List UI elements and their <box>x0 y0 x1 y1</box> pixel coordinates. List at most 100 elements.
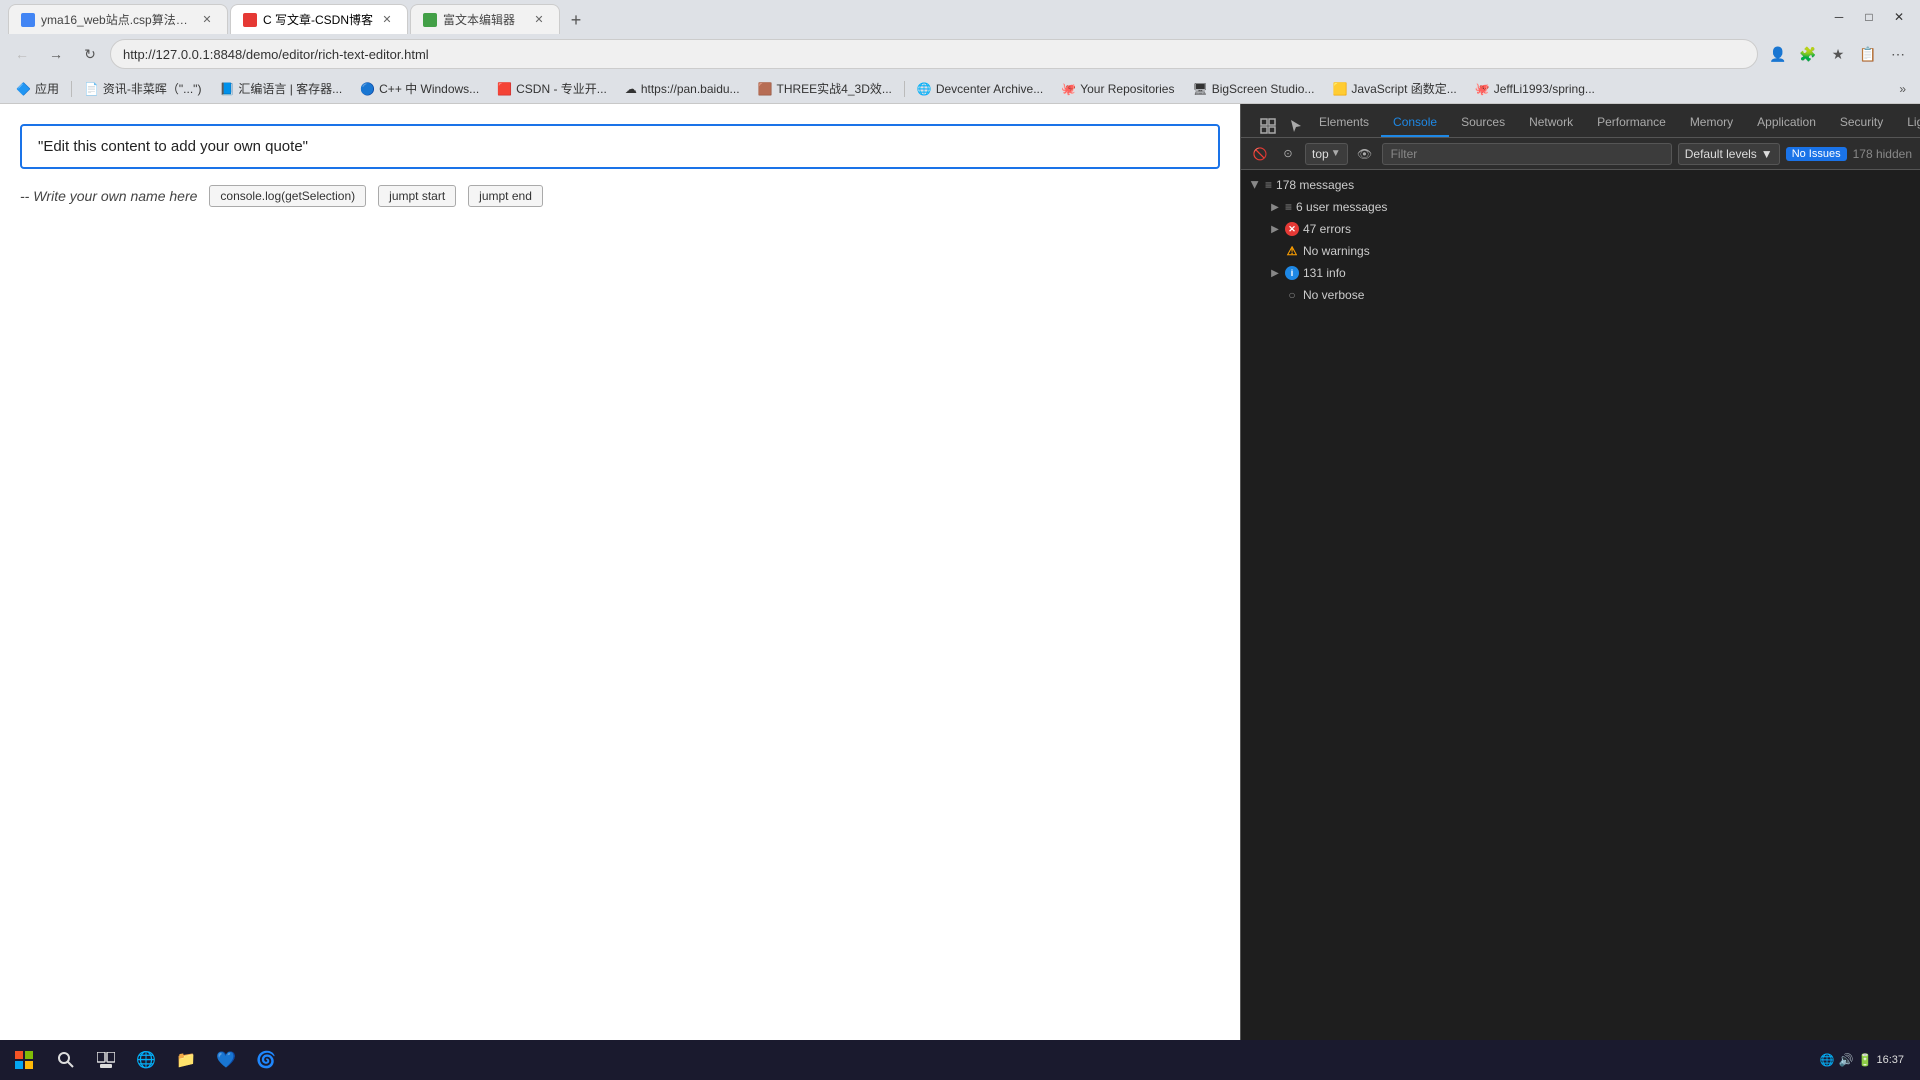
bookmark-4[interactable]: 🟥 CSDN - 专业开... <box>489 77 615 101</box>
taskbar-search[interactable] <box>48 1042 84 1078</box>
tree-row-verbose[interactable]: ▶ ○ No verbose <box>1241 284 1920 306</box>
taskbar-taskview[interactable] <box>88 1042 124 1078</box>
tab-bar: yma16_web站点.csp算法题目.c... ✕ C 写文章-CSDN博客 … <box>8 0 1818 34</box>
bookmark-1-label: 资讯-非菜晖（"...") <box>103 80 202 97</box>
profile-button[interactable]: 👤 <box>1764 40 1792 68</box>
tree-row-user-messages[interactable]: ▶ ≡ 6 user messages <box>1241 196 1920 218</box>
bookmark-3[interactable]: 🔵 C++ 中 Windows... <box>352 77 487 101</box>
eye-icon[interactable]: 👁 <box>1354 143 1376 165</box>
taskbar-items: 🌐 📁 💙 🌀 <box>40 1042 1820 1078</box>
bookmark-2[interactable]: 📘 汇编语言 | 客存器... <box>211 77 350 101</box>
devtools-tab-lighthouse[interactable]: Lighthouse <box>1895 109 1920 137</box>
bookmark-10-favicon: 🟨 <box>1332 82 1347 96</box>
address-text: http://127.0.0.1:8848/demo/editor/rich-t… <box>123 47 429 62</box>
more-button[interactable]: ⋯ <box>1884 40 1912 68</box>
bookmark-9[interactable]: 🖥 BigScreen Studio... <box>1184 77 1322 101</box>
back-button[interactable]: ← <box>8 40 36 68</box>
bookmark-5[interactable]: ☁ https://pan.baidu... <box>617 77 748 101</box>
devtools-tab-console[interactable]: Console <box>1381 109 1449 137</box>
taskbar-edge[interactable]: 🌐 <box>128 1042 164 1078</box>
bookmark-11[interactable]: 🐙 JeffLi1993/spring... <box>1467 77 1603 101</box>
taskbar-chrome[interactable]: 🌀 <box>248 1042 284 1078</box>
favorites-button[interactable]: ★ <box>1824 40 1852 68</box>
console-log-button[interactable]: console.log(getSelection) <box>209 185 366 207</box>
bookmark-8[interactable]: 🐙 Your Repositories <box>1053 77 1182 101</box>
tab-2-close[interactable]: ✕ <box>379 12 395 28</box>
tray-volume-icon: 🔊 <box>1839 1053 1854 1067</box>
devtools-tab-sources[interactable]: Sources <box>1449 109 1517 137</box>
context-selector[interactable]: top ▼ <box>1305 143 1348 165</box>
devtools-tab-memory[interactable]: Memory <box>1678 109 1745 137</box>
bookmarks-more[interactable]: » <box>1893 80 1912 98</box>
forward-button[interactable]: → <box>42 40 70 68</box>
context-dropdown-icon: ▼ <box>1331 148 1341 159</box>
taskbar-vscode[interactable]: 💙 <box>208 1042 244 1078</box>
bookmark-separator-1 <box>71 81 72 97</box>
bookmark-9-favicon: 🖥 <box>1192 82 1207 96</box>
tab-3[interactable]: 富文本编辑器 ✕ <box>410 4 560 34</box>
bookmark-1[interactable]: 📄 资讯-非菜晖（"...") <box>76 77 209 101</box>
devtools-tab-security[interactable]: Security <box>1828 109 1895 137</box>
tab-1-close[interactable]: ✕ <box>199 12 215 28</box>
tab-3-title: 富文本编辑器 <box>443 11 525 28</box>
devtools-panel: Elements Console Sources Network Perform… <box>1240 104 1920 1040</box>
author-line: -- Write your own name here console.log(… <box>20 185 1220 207</box>
bookmark-9-label: BigScreen Studio... <box>1212 82 1315 96</box>
devtools-tab-application[interactable]: Application <box>1745 109 1828 137</box>
quote-box[interactable]: "Edit this content to add your own quote… <box>20 124 1220 169</box>
devtools-inspect-icon[interactable] <box>1257 115 1279 137</box>
extensions-button[interactable]: 🧩 <box>1794 40 1822 68</box>
jumpt-start-button[interactable]: jumpt start <box>378 185 456 207</box>
messages-count: 178 messages <box>1276 178 1354 192</box>
tab-1[interactable]: yma16_web站点.csp算法题目.c... ✕ <box>8 4 228 34</box>
webpage: "Edit this content to add your own quote… <box>0 104 1240 1040</box>
tree-row-info[interactable]: ▶ i 131 info <box>1241 262 1920 284</box>
devtools-tab-elements[interactable]: Elements <box>1307 109 1381 137</box>
bookmark-6-favicon: 🟫 <box>758 82 773 96</box>
bookmark-6[interactable]: 🟫 THREE实战4_3D效... <box>750 77 900 101</box>
bookmark-4-favicon: 🟥 <box>497 82 512 96</box>
expand-errors-icon[interactable]: ▶ <box>1269 223 1281 235</box>
tree-row-warnings[interactable]: ▶ ⚠ No warnings <box>1241 240 1920 262</box>
tab-2-title: C 写文章-CSDN博客 <box>263 11 373 28</box>
jumpt-end-button[interactable]: jumpt end <box>468 185 543 207</box>
clear-console-button[interactable]: 🚫 <box>1249 143 1271 165</box>
close-button[interactable]: ✕ <box>1886 4 1912 30</box>
issues-button[interactable]: No Issues <box>1786 147 1847 161</box>
minimize-button[interactable]: ─ <box>1826 4 1852 30</box>
warnings-icon: ⚠ <box>1285 244 1299 258</box>
tree-row-messages[interactable]: ▶ ≡ 178 messages <box>1241 174 1920 196</box>
devtools-tab-performance[interactable]: Performance <box>1585 109 1678 137</box>
bookmark-2-label: 汇编语言 | 客存器... <box>238 80 342 97</box>
devtools-cursor-icon[interactable] <box>1285 115 1307 137</box>
maximize-button[interactable]: □ <box>1856 4 1882 30</box>
devtools-tab-network[interactable]: Network <box>1517 109 1585 137</box>
tab-3-favicon <box>423 13 437 27</box>
tab-3-close[interactable]: ✕ <box>531 12 547 28</box>
expand-user-messages-icon[interactable]: ▶ <box>1269 201 1281 213</box>
taskbar-explorer[interactable]: 📁 <box>168 1042 204 1078</box>
new-tab-button[interactable]: + <box>562 6 590 34</box>
bookmark-7[interactable]: 🌐 Devcenter Archive... <box>909 77 1051 101</box>
console-filter-input[interactable] <box>1382 143 1672 165</box>
log-levels-dropdown[interactable]: Default levels ▼ <box>1678 143 1780 165</box>
bookmark-10[interactable]: 🟨 JavaScript 函数定... <box>1324 77 1464 101</box>
bookmark-1-favicon: 📄 <box>84 82 99 96</box>
tab-2[interactable]: C 写文章-CSDN博客 ✕ <box>230 4 408 34</box>
address-input[interactable]: http://127.0.0.1:8848/demo/editor/rich-t… <box>110 39 1758 69</box>
tree-row-errors[interactable]: ▶ ✕ 47 errors <box>1241 218 1920 240</box>
reload-button[interactable]: ↻ <box>76 40 104 68</box>
title-bar: yma16_web站点.csp算法题目.c... ✕ C 写文章-CSDN博客 … <box>0 0 1920 34</box>
bookmark-apps[interactable]: 🔷 应用 <box>8 77 67 101</box>
expand-messages-icon[interactable]: ▶ <box>1249 179 1261 191</box>
tab-2-favicon <box>243 13 257 27</box>
warnings-count: No warnings <box>1303 244 1370 258</box>
preserve-log-button[interactable]: ⊙ <box>1277 143 1299 165</box>
messages-lines-icon: ≡ <box>1265 178 1272 192</box>
start-button[interactable] <box>8 1044 40 1076</box>
verbose-count: No verbose <box>1303 288 1364 302</box>
collections-button[interactable]: 📋 <box>1854 40 1882 68</box>
devtools-toolbar: 🚫 ⊙ top ▼ 👁 Default levels ▼ No Issues 1… <box>1241 138 1920 170</box>
address-bar: ← → ↻ http://127.0.0.1:8848/demo/editor/… <box>0 34 1920 74</box>
expand-info-icon[interactable]: ▶ <box>1269 267 1281 279</box>
